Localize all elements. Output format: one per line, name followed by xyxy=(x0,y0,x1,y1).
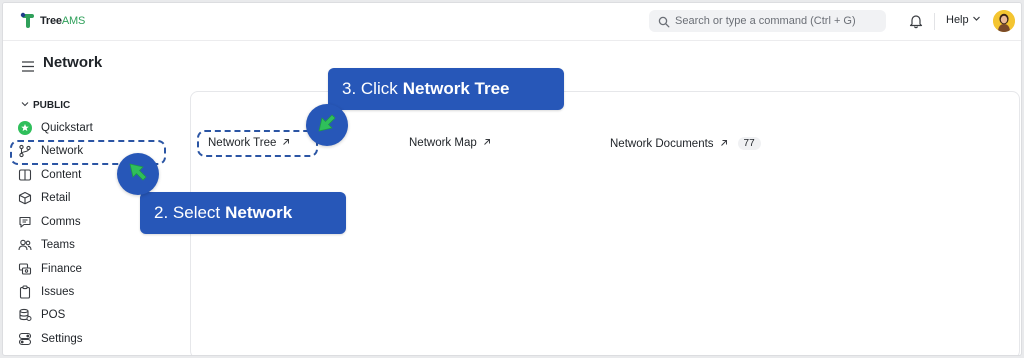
sidebar-item-label: Issues xyxy=(41,286,75,298)
app-window: TreeAMS Help xyxy=(2,2,1022,356)
box-icon xyxy=(18,191,32,205)
sidebar-item-quickstart[interactable]: Quickstart xyxy=(16,118,156,138)
book-icon xyxy=(18,168,32,182)
highlight-network-tree xyxy=(197,130,318,157)
network-documents-link[interactable]: Network Documents 77 xyxy=(610,137,761,150)
network-map-link[interactable]: Network Map xyxy=(409,137,491,149)
chat-icon xyxy=(18,215,32,229)
link-label: Network Map xyxy=(409,137,477,149)
external-arrow-icon xyxy=(720,138,728,150)
sidebar-item-label: Settings xyxy=(41,333,83,345)
notifications-bell-icon[interactable] xyxy=(909,13,923,34)
toggle-icon xyxy=(18,332,32,346)
sidebar-group-public[interactable]: PUBLIC xyxy=(21,100,70,111)
page-title: Network xyxy=(43,54,103,71)
chevron-down-icon xyxy=(972,14,981,26)
cursor-arrow-icon xyxy=(314,110,340,141)
sidebar-item-label: Content xyxy=(41,169,82,181)
callout-bold-text: Network Tree xyxy=(402,79,510,98)
coins-icon xyxy=(18,262,32,276)
link-label: Network Documents xyxy=(610,137,714,150)
sidebar-group-label: PUBLIC xyxy=(33,100,71,111)
sidebar-item-label: Finance xyxy=(41,263,82,275)
search-icon xyxy=(658,15,670,33)
step2-callout: 2. Select Network xyxy=(140,192,346,234)
sidebar-item-label: Retail xyxy=(41,192,71,204)
header-divider xyxy=(934,13,935,30)
search-input[interactable] xyxy=(675,10,880,32)
sidebar-item-comms[interactable]: Comms xyxy=(16,212,156,232)
sidebar-item-label: Quickstart xyxy=(41,122,93,134)
command-search[interactable] xyxy=(649,10,886,32)
documents-count-badge: 77 xyxy=(737,137,761,150)
external-arrow-icon xyxy=(483,137,491,149)
sidebar-item-label: Teams xyxy=(41,239,75,251)
help-label: Help xyxy=(946,14,969,26)
sidebar-item-label: Comms xyxy=(41,216,81,228)
sidebar-item-teams[interactable]: Teams xyxy=(16,235,156,255)
tree-logo-icon xyxy=(20,12,38,30)
logo-ams-text: AMS xyxy=(61,15,86,27)
step3-cursor-bubble xyxy=(306,104,348,146)
app-logo[interactable]: TreeAMS xyxy=(20,11,85,31)
callout-prefix: 2. Select xyxy=(154,203,221,222)
callout-prefix: 3. Click xyxy=(342,79,398,98)
sidebar-item-label: POS xyxy=(41,309,66,321)
database-icon xyxy=(18,308,32,322)
callout-bold-text: Network xyxy=(225,203,293,222)
people-icon xyxy=(18,238,32,252)
star-badge-icon xyxy=(18,121,32,135)
clipboard-icon xyxy=(18,285,32,299)
hamburger-menu-icon[interactable] xyxy=(22,59,34,77)
sidebar-item-settings[interactable]: Settings xyxy=(16,329,156,349)
top-bar: TreeAMS Help xyxy=(3,3,1021,41)
sidebar-item-pos[interactable]: POS xyxy=(16,305,156,325)
chevron-down-icon xyxy=(21,100,29,111)
step3-callout: 3. Click Network Tree xyxy=(328,68,564,110)
step2-cursor-bubble xyxy=(117,153,159,195)
sidebar-item-issues[interactable]: Issues xyxy=(16,282,156,302)
user-avatar[interactable] xyxy=(993,10,1015,32)
help-menu-button[interactable]: Help xyxy=(946,14,981,26)
logo-tree-text: Tree xyxy=(40,15,62,27)
sidebar-item-finance[interactable]: Finance xyxy=(16,259,156,279)
cursor-arrow-icon xyxy=(125,159,151,190)
logo-text: TreeAMS xyxy=(40,15,85,27)
